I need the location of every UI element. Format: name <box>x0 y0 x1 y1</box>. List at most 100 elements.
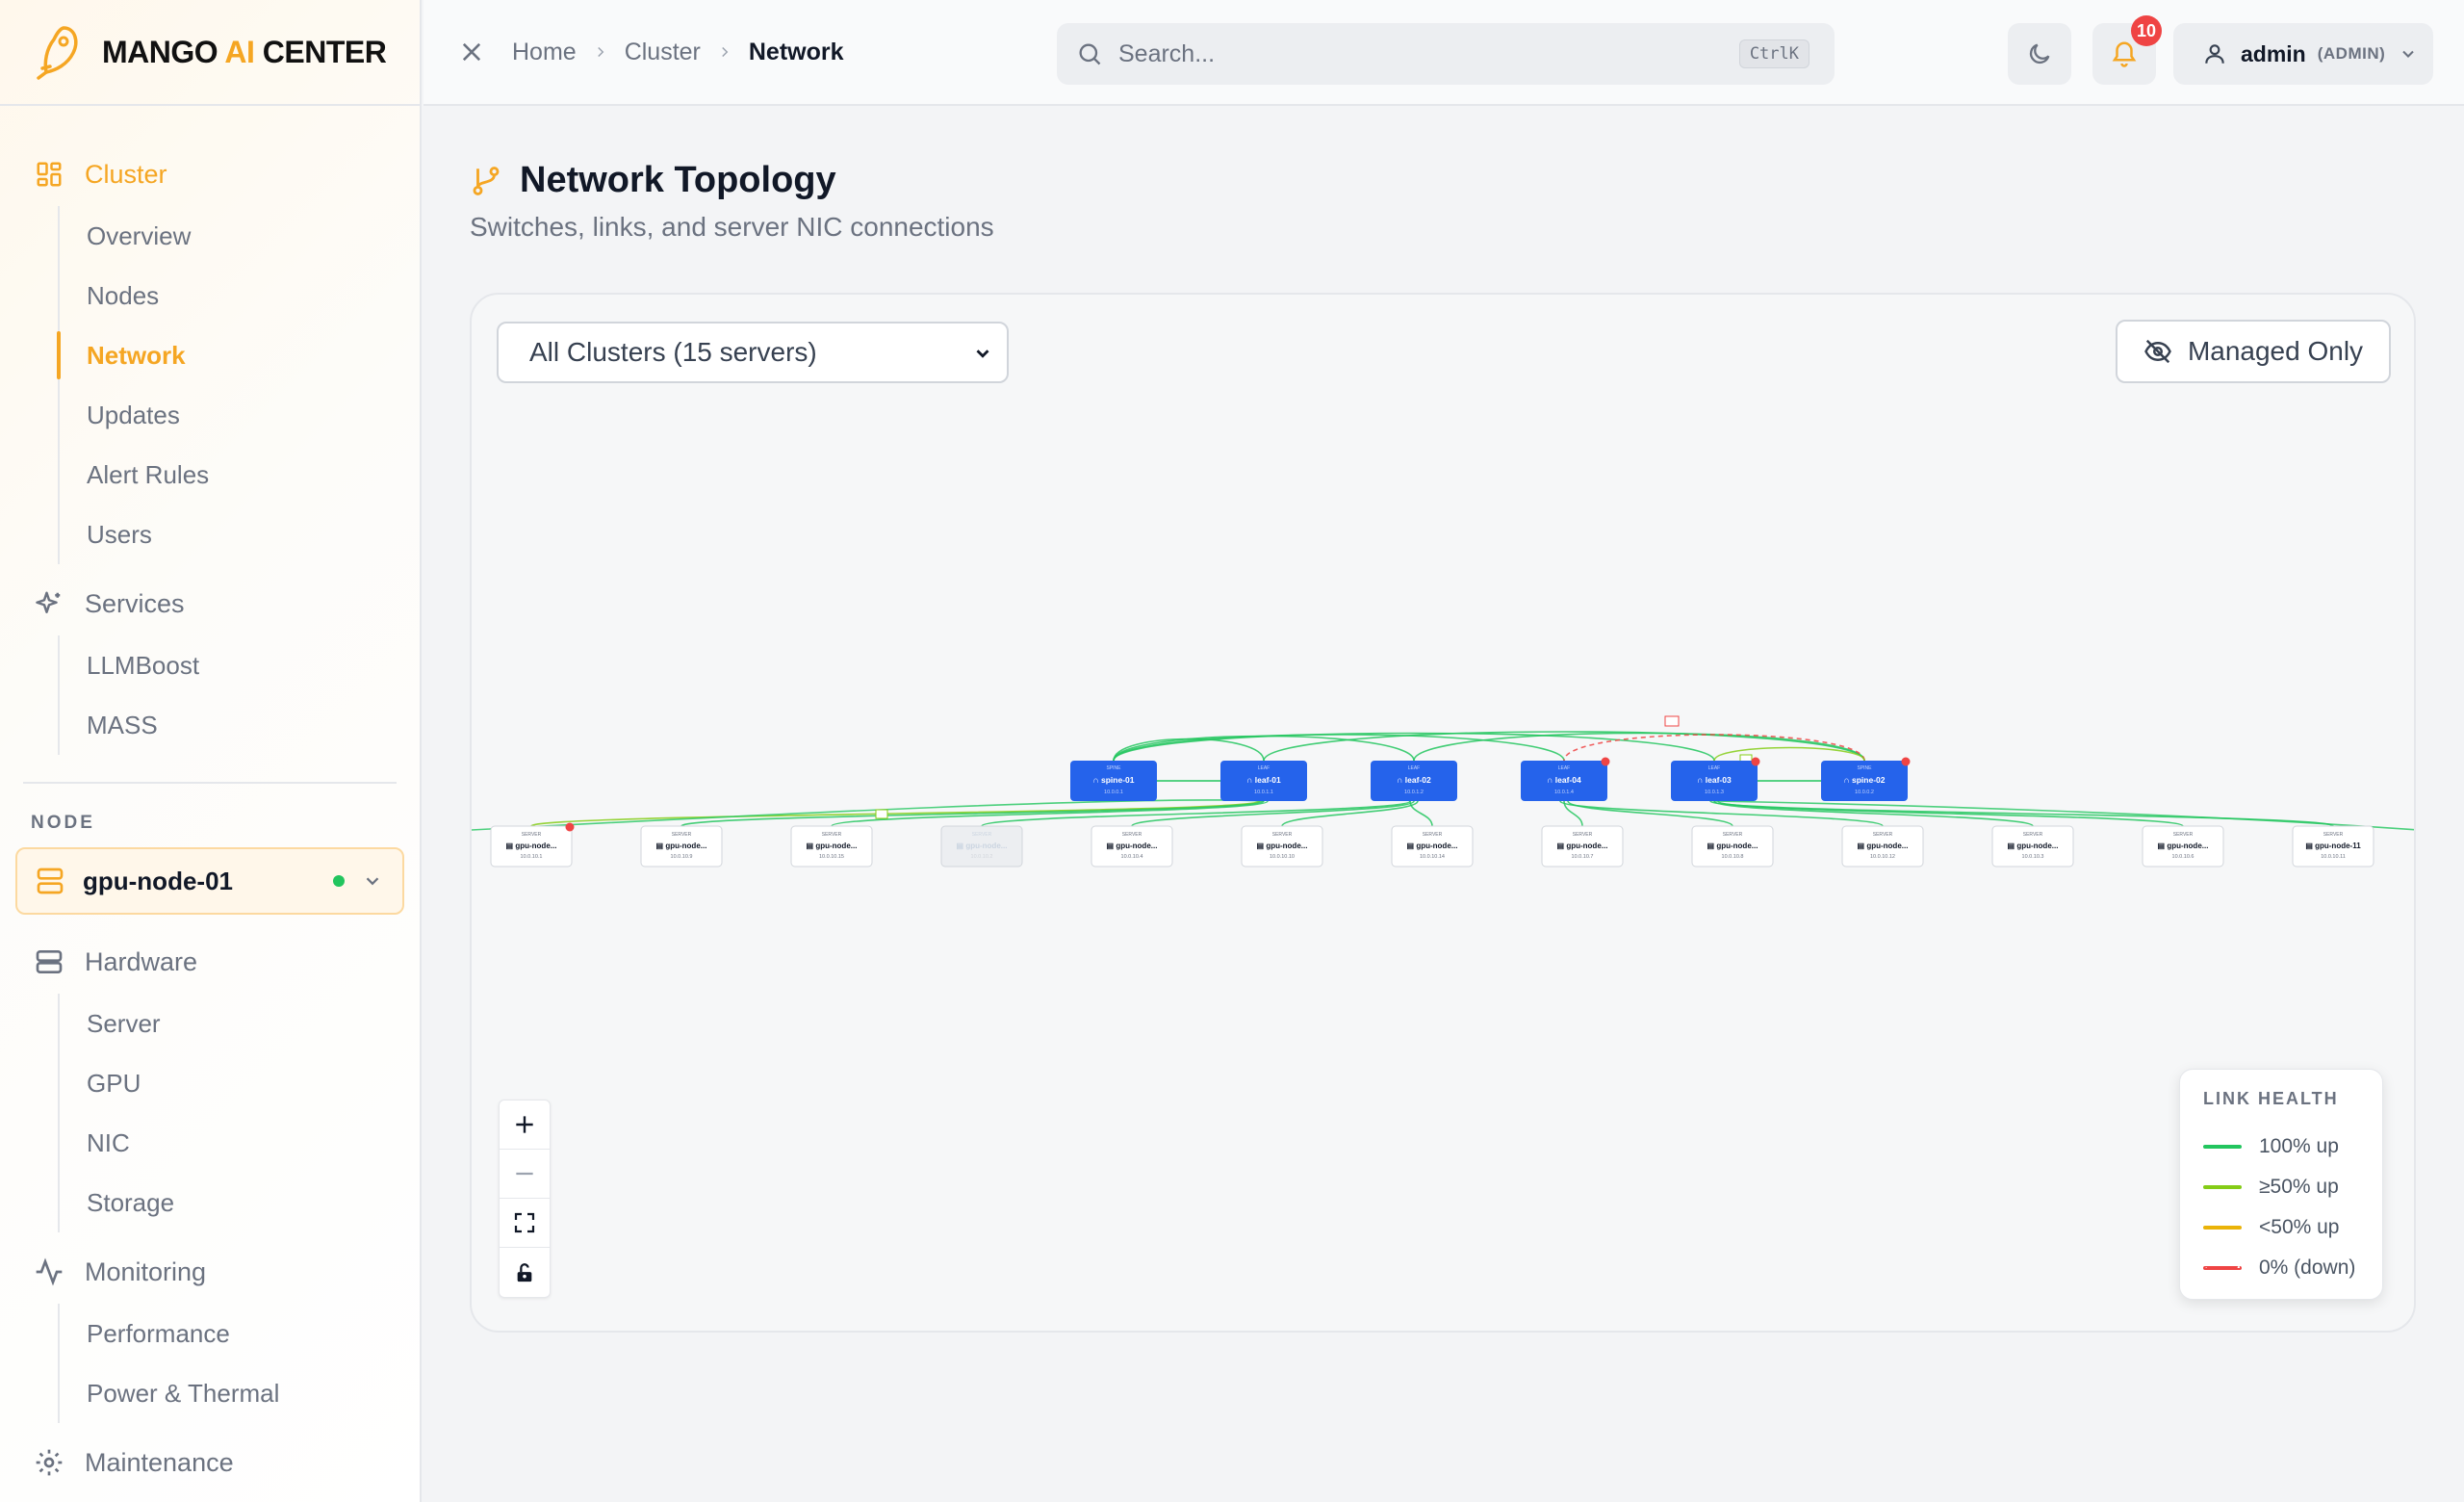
switch-node[interactable]: LEAF ∩ leaf-03 10.0.1.3 <box>1671 757 1760 802</box>
sidebar-item-performance[interactable]: Performance <box>60 1304 420 1363</box>
legend-swatch <box>2203 1266 2242 1270</box>
cluster-select-value: All Clusters (15 servers) <box>529 337 817 367</box>
server-name: ▤ gpu-node... <box>2158 842 2209 850</box>
breadcrumb-home[interactable]: Home <box>512 39 577 66</box>
git-branch-icon <box>473 166 500 195</box>
user-role: (ADMIN) <box>2317 44 2386 63</box>
sidebar: MANGO AI CENTER Cluster Overview Nodes N… <box>0 0 422 1502</box>
legend-swatch <box>2203 1226 2242 1230</box>
activity-icon <box>33 1256 65 1288</box>
switch-name: ∩ leaf-03 <box>1697 775 1732 785</box>
hardware-submenu: Server GPU NIC Storage <box>58 994 420 1232</box>
server-node[interactable]: SERVER ▤ gpu-node... 10.0.10.9 <box>640 825 723 868</box>
switch-type: LEAF <box>1558 765 1571 771</box>
dashboard-icon <box>33 158 65 191</box>
switch-node[interactable]: LEAF ∩ leaf-01 10.0.1.1 <box>1220 761 1307 801</box>
switch-node[interactable]: LEAF ∩ leaf-02 10.0.1.2 <box>1371 761 1457 801</box>
cluster-select[interactable]: All Clusters (15 servers) <box>497 322 1009 383</box>
server-node[interactable]: SERVER ▤ gpu-node... 10.0.10.15 <box>790 825 873 868</box>
page-subtitle: Switches, links, and server NIC connecti… <box>470 212 994 242</box>
theme-toggle-button[interactable] <box>2008 23 2071 85</box>
switch-ip: 10.0.1.2 <box>1404 790 1424 795</box>
server-type: SERVER <box>2323 832 2344 838</box>
sidebar-item-gpu[interactable]: GPU <box>60 1053 420 1113</box>
notifications-button[interactable]: 10 <box>2092 15 2162 85</box>
user-menu-button[interactable]: admin (ADMIN) <box>2173 23 2433 85</box>
server-node[interactable]: SERVER ▤ gpu-node... 10.0.10.2 <box>940 825 1023 868</box>
server-node[interactable]: SERVER ▤ gpu-node... 10.0.10.14 <box>1391 825 1474 868</box>
server-node[interactable]: SERVER ▤ gpu-node... 10.0.10.6 <box>2142 825 2224 868</box>
sidebar-item-llmboost[interactable]: LLMBoost <box>60 635 420 695</box>
server-name: ▤ gpu-node... <box>1858 842 1909 850</box>
sidebar-item-alert-rules[interactable]: Alert Rules <box>60 445 420 505</box>
server-icon <box>37 868 64 894</box>
sidebar-item-storage[interactable]: Storage <box>60 1173 420 1232</box>
server-link <box>1559 800 1884 827</box>
switch-ip: 10.0.1.1 <box>1254 790 1273 795</box>
legend-swatch <box>2203 1145 2242 1149</box>
sidebar-item-users[interactable]: Users <box>60 505 420 564</box>
server-node[interactable]: SERVER ▤ gpu-node... 10.0.10.1 <box>490 822 575 868</box>
server-node[interactable]: SERVER ▤ gpu-node... 10.0.10.8 <box>1691 825 1774 868</box>
breadcrumb-cluster[interactable]: Cluster <box>625 39 701 66</box>
hardware-icon <box>33 945 65 978</box>
search-shortcut: CtrlK <box>1738 39 1810 68</box>
sidebar-item-network[interactable]: Network <box>57 325 420 385</box>
zoom-out-button[interactable] <box>500 1150 550 1199</box>
server-name: ▤ gpu-node... <box>1707 842 1758 850</box>
server-ip: 10.0.10.7 <box>1572 854 1594 860</box>
sidebar-section-cluster[interactable]: Cluster <box>0 142 420 206</box>
alert-dot <box>565 822 575 832</box>
link-health-legend: LINK HEALTH 100% up ≥50% up <50% up 0% (… <box>2179 1069 2383 1300</box>
brand[interactable]: MANGO AI CENTER <box>0 0 420 106</box>
server-name: ▤ gpu-node... <box>957 842 1008 850</box>
server-ip: 10.0.10.8 <box>1722 854 1744 860</box>
sidebar-item-updates[interactable]: Updates <box>60 385 420 445</box>
close-icon[interactable] <box>454 35 489 69</box>
sidebar-item-nodes[interactable]: Nodes <box>60 266 420 325</box>
sidebar-item-overview[interactable]: Overview <box>60 206 420 266</box>
server-type: SERVER <box>1272 832 1293 838</box>
server-node[interactable]: SERVER ▤ gpu-node... 10.0.10.4 <box>1091 825 1173 868</box>
sidebar-section-maintenance[interactable]: Maintenance <box>0 1431 420 1494</box>
gear-icon <box>33 1446 65 1479</box>
switch-node[interactable]: SPINE ∩ spine-01 10.0.0.1 <box>1070 761 1157 801</box>
server-ip: 10.0.10.15 <box>819 854 844 860</box>
fullscreen-icon <box>514 1212 535 1233</box>
sidebar-item-mass[interactable]: MASS <box>60 695 420 755</box>
cluster-submenu: Overview Nodes Network Updates Alert Rul… <box>57 206 420 564</box>
server-node[interactable]: SERVER ▤ gpu-node... 10.0.10.12 <box>1841 825 1924 868</box>
topology-canvas[interactable]: SPINE ∩ spine-01 10.0.0.1 LEAF ∩ leaf-01 10.0… <box>472 295 2416 1333</box>
alert-dot <box>1751 757 1760 766</box>
sidebar-item-nic[interactable]: NIC <box>60 1113 420 1173</box>
bell-icon <box>2112 41 2137 67</box>
fit-view-button[interactable] <box>500 1199 550 1248</box>
switch-node[interactable]: LEAF ∩ leaf-04 10.0.1.4 <box>1521 757 1610 802</box>
server-node[interactable]: SERVER ▤ gpu-node... 10.0.10.10 <box>1241 825 1323 868</box>
switch-ip: 10.0.1.3 <box>1705 790 1724 795</box>
zoom-in-button[interactable] <box>500 1101 550 1150</box>
node-selector[interactable]: gpu-node-01 <box>15 847 404 915</box>
legend-item: ≥50% up <box>2203 1167 2359 1207</box>
sidebar-section-services[interactable]: Services <box>0 572 420 635</box>
sidebar-item-power-thermal[interactable]: Power & Thermal <box>60 1363 420 1423</box>
server-node[interactable]: SERVER ▤ gpu-node... 10.0.10.7 <box>1541 825 1624 868</box>
server-type: SERVER <box>1873 832 1893 838</box>
managed-only-button[interactable]: Managed Only <box>2116 320 2391 383</box>
minus-icon <box>516 1172 533 1176</box>
zoom-controls <box>499 1100 551 1298</box>
server-ip: 10.0.10.12 <box>1870 854 1895 860</box>
sidebar-item-server[interactable]: Server <box>60 994 420 1053</box>
server-node[interactable]: SERVER ▤ gpu-node-11 10.0.10.11 <box>2292 825 2374 868</box>
spine-leaf-link <box>1413 732 1865 762</box>
server-type: SERVER <box>1423 832 1443 838</box>
sidebar-section-hardware[interactable]: Hardware <box>0 930 420 994</box>
server-name: ▤ gpu-node... <box>807 842 858 850</box>
switch-node[interactable]: SPINE ∩ spine-02 10.0.0.2 <box>1821 757 1911 802</box>
server-type: SERVER <box>1573 832 1593 838</box>
server-node[interactable]: SERVER ▤ gpu-node... 10.0.10.3 <box>1991 825 2074 868</box>
alert-dot <box>1901 757 1911 766</box>
sidebar-section-monitoring[interactable]: Monitoring <box>0 1240 420 1304</box>
search-input[interactable]: Search... CtrlK <box>1057 23 1835 85</box>
lock-button[interactable] <box>500 1248 550 1297</box>
